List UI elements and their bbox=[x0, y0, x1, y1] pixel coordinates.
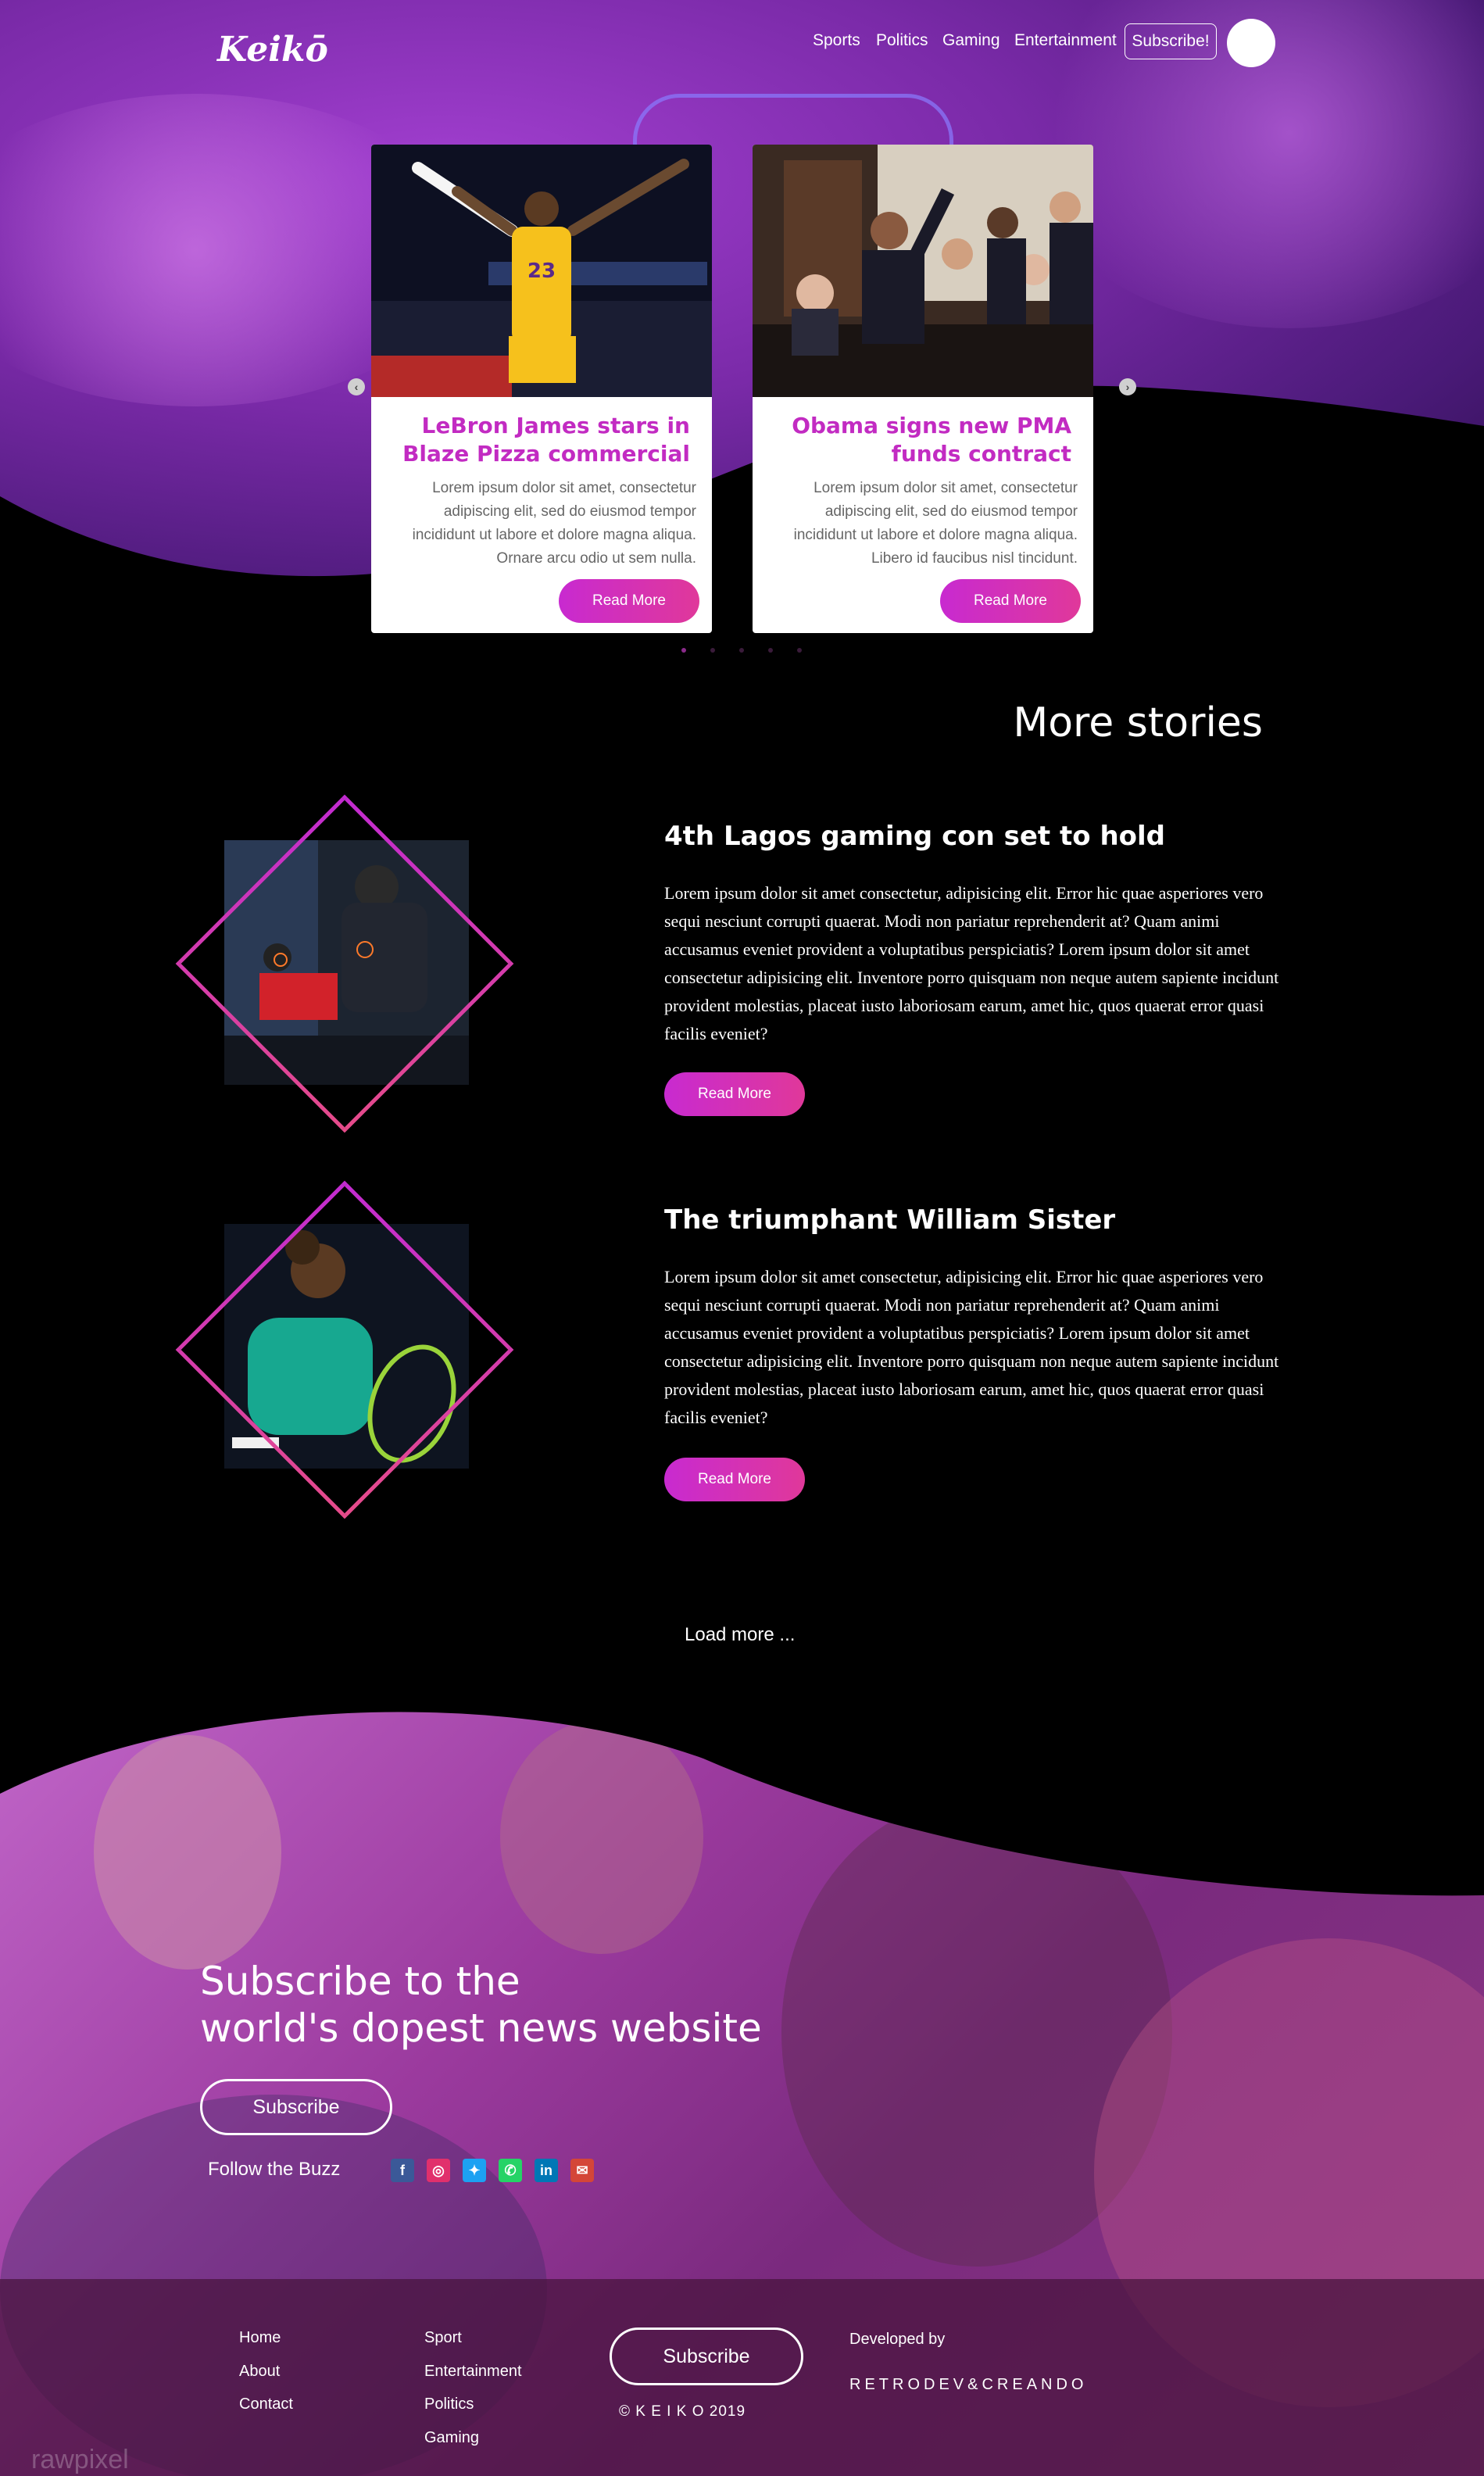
whatsapp-icon[interactable]: ✆ bbox=[499, 2159, 522, 2182]
watermark: rawpixel bbox=[31, 2445, 129, 2474]
story-item: The triumphant William Sister Lorem ipsu… bbox=[0, 1155, 1484, 1530]
read-more-button[interactable]: Read More bbox=[940, 579, 1081, 623]
story-item: 4th Lagos gaming con set to hold Lorem i… bbox=[0, 770, 1484, 1145]
lebron-photo: 23 bbox=[371, 145, 712, 397]
read-more-button[interactable]: Read More bbox=[559, 579, 699, 623]
social-links: f ◎ ✦ ✆ in ✉ bbox=[391, 2159, 606, 2182]
more-stories-heading: More stories bbox=[1013, 700, 1263, 746]
story-title[interactable]: 4th Lagos gaming con set to hold bbox=[664, 821, 1165, 852]
story-title[interactable]: The triumphant William Sister bbox=[664, 1204, 1115, 1236]
nav-sports[interactable]: Sports bbox=[813, 31, 860, 50]
facebook-icon[interactable]: f bbox=[391, 2159, 414, 2182]
svg-text:23: 23 bbox=[527, 259, 556, 283]
nav-entertainment[interactable]: Entertainment bbox=[1014, 31, 1117, 50]
obama-photo bbox=[753, 145, 1093, 397]
subscribe-button[interactable]: Subscribe bbox=[200, 2079, 392, 2135]
footer-subscribe-button[interactable]: Subscribe bbox=[610, 2328, 803, 2385]
hero-wave-divider bbox=[0, 385, 1484, 594]
hero-banner bbox=[0, 0, 1484, 594]
instagram-icon[interactable]: ◎ bbox=[427, 2159, 450, 2182]
card-body: Lorem ipsum dolor sit amet, consectetur … bbox=[412, 480, 696, 567]
load-more-button[interactable]: Load more ... bbox=[685, 1624, 795, 1646]
story-body: Lorem ipsum dolor sit amet consectetur, … bbox=[664, 1267, 1279, 1427]
carousel-dot[interactable] bbox=[739, 648, 744, 653]
subscribe-heading: Subscribe to the world's dopest news web… bbox=[200, 1959, 762, 2051]
carousel-card: Obama signs new PMA funds contract Lorem… bbox=[753, 145, 1093, 633]
footer-link-home[interactable]: Home bbox=[239, 2329, 281, 2347]
copyright: © K E I K O 2019 bbox=[619, 2403, 746, 2420]
card-body: Lorem ipsum dolor sit amet, consectetur … bbox=[793, 480, 1078, 567]
card-title[interactable]: Obama signs new PMA funds contract bbox=[774, 412, 1071, 468]
carousel-card: 23 LeBron James stars in Blaze Pizza com… bbox=[371, 145, 712, 633]
twitter-icon[interactable]: ✦ bbox=[463, 2159, 486, 2182]
carousel-dot[interactable] bbox=[797, 648, 802, 653]
chevron-right-icon[interactable]: › bbox=[1119, 378, 1136, 395]
chevron-left-icon[interactable]: ‹ bbox=[348, 378, 365, 395]
nav-gaming[interactable]: Gaming bbox=[942, 31, 1000, 50]
gmail-icon[interactable]: ✉ bbox=[570, 2159, 594, 2182]
card-title[interactable]: LeBron James stars in Blaze Pizza commer… bbox=[393, 412, 690, 468]
footer-link-sport[interactable]: Sport bbox=[424, 2329, 462, 2347]
nav-politics[interactable]: Politics bbox=[876, 31, 928, 50]
story-body: Lorem ipsum dolor sit amet consectetur, … bbox=[664, 883, 1279, 1043]
footer-link-entertainment[interactable]: Entertainment bbox=[424, 2363, 522, 2381]
follow-label: Follow the Buzz bbox=[208, 2159, 341, 2180]
carousel-pagination bbox=[681, 642, 826, 657]
footer-link-gaming[interactable]: Gaming bbox=[424, 2429, 479, 2447]
read-more-button[interactable]: Read More bbox=[664, 1458, 805, 1501]
footer-link-about[interactable]: About bbox=[239, 2363, 280, 2381]
linkedin-icon[interactable]: in bbox=[535, 2159, 558, 2182]
carousel-dot[interactable] bbox=[681, 648, 686, 653]
carousel-dot[interactable] bbox=[710, 648, 715, 653]
user-avatar[interactable] bbox=[1227, 19, 1275, 67]
developer-name[interactable]: RETRODEV&CREANDO bbox=[849, 2376, 1087, 2394]
developed-by-label: Developed by bbox=[849, 2331, 946, 2348]
nav-subscribe-button[interactable]: Subscribe! bbox=[1125, 23, 1217, 59]
carousel-dot[interactable] bbox=[768, 648, 773, 653]
subscribe-wave-divider bbox=[0, 1704, 1484, 1896]
footer-link-politics[interactable]: Politics bbox=[424, 2395, 474, 2413]
read-more-button[interactable]: Read More bbox=[664, 1072, 805, 1116]
footer-link-contact[interactable]: Contact bbox=[239, 2395, 293, 2413]
